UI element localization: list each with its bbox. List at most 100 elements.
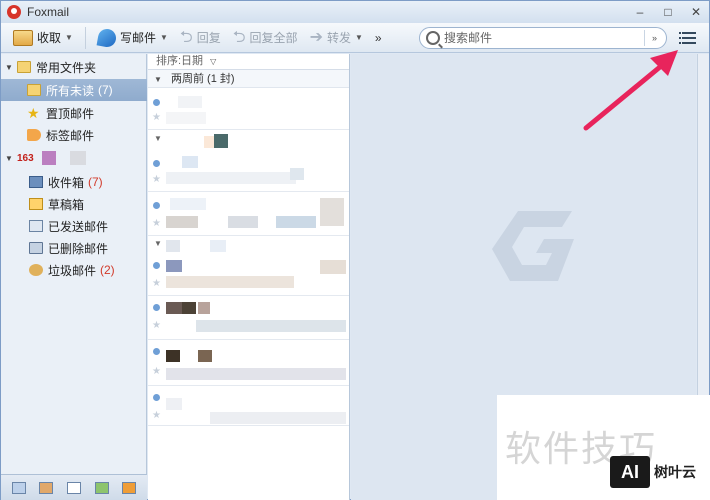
folder-sidebar: ▼ 常用文件夹 所有未读 (7) ★ 置顶邮件 标签邮件 ▼ 163 收件箱 (… [1, 54, 147, 500]
folder-icon [17, 61, 31, 73]
folder-label: 已发送邮件 [48, 219, 109, 234]
main-menu-button[interactable] [679, 28, 701, 48]
search-options-button[interactable]: » [644, 30, 664, 46]
subject-redacted [166, 276, 294, 288]
unread-dot-icon [153, 202, 160, 209]
sort-selector[interactable]: 排序:日期 ▽ [148, 54, 349, 70]
reply-label: 回复 [196, 31, 221, 45]
folder-tagged[interactable]: 标签邮件 [1, 124, 147, 146]
account-logo: 163 [17, 152, 34, 164]
receive-button[interactable]: 收取 ▼ [13, 26, 73, 50]
reply-all-button[interactable]: ⮌ 回复全部 [233, 26, 298, 50]
mail-list: 排序:日期 ▽ ▼ 两周前 (1 封) ★ ▼ ★ ★ ▼ ★ ★ ★ ★ [148, 54, 350, 500]
star-icon: ★ [27, 105, 40, 121]
list-item[interactable]: ★ [148, 90, 349, 130]
collapse-arrow-icon[interactable]: ▼ [154, 239, 162, 248]
close-button[interactable]: ✕ [689, 3, 703, 21]
star-icon[interactable]: ★ [152, 278, 161, 289]
folder-icon [27, 84, 41, 96]
reply-all-arrow-icon: ⮌ [232, 28, 246, 46]
redacted-block [198, 302, 210, 314]
mail-module-icon[interactable] [11, 481, 26, 494]
folder-group-label: 常用文件夹 [36, 60, 97, 75]
star-icon[interactable]: ★ [152, 320, 161, 331]
maximize-button[interactable]: □ [661, 3, 675, 21]
calendar-module-icon[interactable] [66, 481, 81, 494]
toolbar-overflow-button[interactable]: » [375, 31, 382, 45]
avatar [41, 151, 56, 165]
redacted-block [320, 260, 346, 274]
list-item[interactable]: ★ [148, 150, 349, 192]
trash-icon [29, 242, 43, 254]
folder-inbox[interactable]: 收件箱 (7) [1, 171, 147, 193]
search-input[interactable] [444, 31, 640, 45]
sender-redacted [166, 260, 182, 272]
list-item[interactable]: ★ [148, 340, 349, 386]
sender-redacted [166, 350, 180, 362]
sender-redacted [178, 96, 202, 108]
notes-module-icon[interactable] [94, 481, 109, 494]
date-group-header[interactable]: ▼ 两周前 (1 封) [148, 70, 349, 88]
account-name-redacted [69, 151, 86, 165]
redacted-block [198, 350, 212, 362]
star-icon[interactable]: ★ [152, 366, 161, 377]
inbox-icon [29, 176, 43, 188]
unread-dot-icon [153, 160, 160, 167]
star-icon[interactable]: ★ [152, 174, 161, 185]
forward-button[interactable]: ➔ 转发 ▼ [310, 26, 363, 50]
folder-label: 已删除邮件 [48, 241, 109, 256]
folder-all-unread[interactable]: 所有未读 (7) [1, 79, 147, 101]
list-item[interactable]: ★ [148, 386, 349, 426]
write-mail-button[interactable]: 写邮件 ▼ [96, 26, 168, 50]
account-163[interactable]: ▼ 163 [1, 147, 147, 169]
star-icon[interactable]: ★ [152, 218, 161, 229]
star-icon[interactable]: ★ [152, 410, 161, 421]
subject-redacted [166, 216, 198, 228]
thread-toggle[interactable]: ▼ [148, 130, 349, 150]
folder-junk[interactable]: 垃圾邮件 (2) [1, 259, 147, 281]
reply-button[interactable]: ⮌ 回复 [180, 26, 221, 50]
unread-dot-icon [153, 348, 160, 355]
collapse-arrow-icon[interactable]: ▼ [154, 75, 162, 84]
unread-dot-icon [153, 304, 160, 311]
collapse-arrow-icon[interactable]: ▼ [5, 63, 15, 72]
list-item[interactable]: ★ [148, 254, 349, 296]
foxmail-watermark-logo-icon [492, 211, 574, 281]
unread-dot-icon [153, 99, 160, 106]
unread-dot-icon [153, 394, 160, 401]
draft-icon [29, 198, 43, 210]
star-icon[interactable]: ★ [152, 112, 161, 123]
redacted-block [204, 136, 214, 148]
folder-deleted[interactable]: 已删除邮件 [1, 237, 147, 259]
contacts-module-icon[interactable] [39, 481, 54, 494]
folder-pinned[interactable]: ★ 置顶邮件 [1, 102, 147, 124]
subject-redacted [210, 412, 346, 424]
sender-redacted [166, 398, 182, 410]
chevron-down-icon[interactable]: ▼ [65, 33, 73, 42]
subject-redacted [166, 172, 296, 184]
watermark-site: 树叶云 [654, 464, 696, 480]
chevron-down-icon[interactable]: ▼ [160, 33, 168, 42]
search-icon [426, 31, 440, 45]
list-item[interactable]: ★ [148, 192, 349, 236]
redacted-block [290, 168, 304, 180]
collapse-arrow-icon[interactable]: ▼ [5, 154, 15, 163]
write-label: 写邮件 [119, 31, 156, 45]
list-item[interactable]: ★ [148, 296, 349, 340]
subject-redacted [166, 368, 346, 380]
folder-group-common[interactable]: ▼ 常用文件夹 [1, 56, 147, 78]
search-box: » [419, 27, 667, 49]
folder-label: 收件箱 [48, 175, 85, 190]
app-title: Foxmail [27, 5, 70, 19]
sender-redacted [182, 156, 198, 168]
sort-label: 排序:日期 [156, 55, 204, 67]
sender-redacted [170, 198, 206, 210]
rss-module-icon[interactable] [122, 481, 137, 494]
minimize-button[interactable]: – [633, 3, 647, 21]
chevron-down-icon[interactable]: ▼ [355, 33, 363, 42]
chevron-down-icon: ▽ [210, 57, 217, 66]
folder-sent[interactable]: 已发送邮件 [1, 215, 147, 237]
collapse-arrow-icon[interactable]: ▼ [154, 134, 162, 143]
folder-drafts[interactable]: 草稿箱 [1, 193, 147, 215]
thread-toggle[interactable]: ▼ [148, 236, 349, 254]
